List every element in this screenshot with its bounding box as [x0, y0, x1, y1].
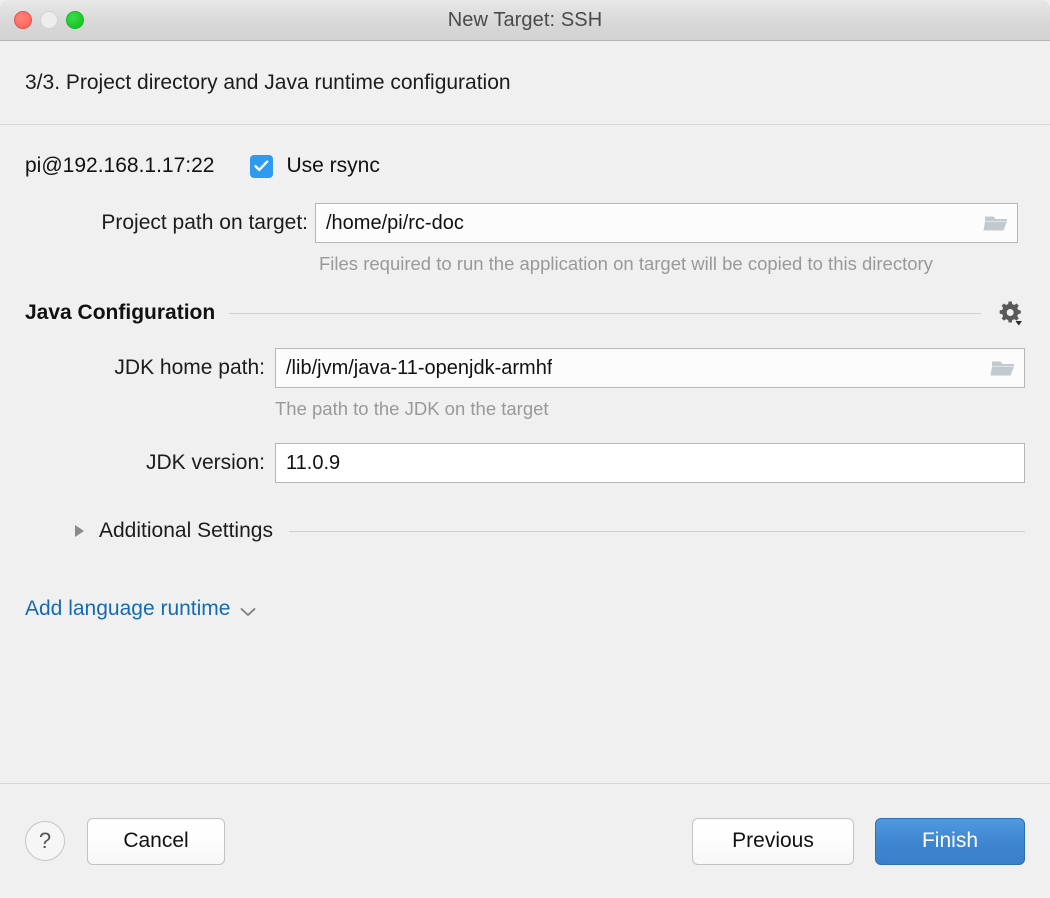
java-configuration-title: Java Configuration [25, 301, 215, 325]
gear-icon[interactable] [995, 298, 1025, 328]
add-language-runtime-row[interactable]: Add language runtime [25, 597, 1025, 621]
jdk-version-label: JDK version: [25, 451, 265, 475]
minimize-button[interactable] [40, 11, 58, 29]
use-rsync-checkbox-group[interactable]: Use rsync [250, 154, 379, 178]
additional-settings-label: Additional Settings [99, 519, 273, 543]
project-path-value: /home/pi/rc-doc [316, 212, 464, 235]
zoom-button[interactable] [66, 11, 84, 29]
jdk-home-path-row: JDK home path: /lib/jvm/java-11-openjdk-… [25, 348, 1025, 388]
project-path-hint: Files required to run the application on… [319, 251, 999, 276]
use-rsync-label: Use rsync [286, 154, 379, 178]
jdk-home-path-hint: The path to the JDK on the target [275, 396, 1025, 421]
window-title: New Target: SSH [0, 9, 1050, 32]
window-controls [14, 0, 84, 40]
jdk-home-path-value: /lib/jvm/java-11-openjdk-armhf [276, 357, 552, 380]
finish-button[interactable]: Finish [875, 818, 1025, 865]
jdk-home-path-label: JDK home path: [25, 356, 265, 380]
java-configuration-section-header: Java Configuration [25, 298, 1025, 328]
jdk-home-path-field[interactable]: /lib/jvm/java-11-openjdk-armhf [275, 348, 1025, 388]
triangle-right-icon[interactable] [75, 525, 84, 537]
step-title: 3/3. Project directory and Java runtime … [25, 71, 511, 95]
use-rsync-checkbox[interactable] [250, 155, 273, 178]
jdk-version-row: JDK version: 11.0.9 [25, 443, 1025, 483]
help-button[interactable]: ? [25, 821, 65, 861]
dialog-content: pi@192.168.1.17:22 Use rsync Project pat… [0, 125, 1050, 783]
jdk-version-value: 11.0.9 [276, 452, 340, 475]
check-icon [254, 160, 269, 172]
previous-button[interactable]: Previous [692, 818, 854, 865]
section-divider [229, 313, 981, 314]
add-language-runtime-link[interactable]: Add language runtime [25, 597, 230, 621]
window-titlebar: New Target: SSH [0, 0, 1050, 41]
project-path-field[interactable]: /home/pi/rc-doc [315, 203, 1018, 243]
jdk-version-field[interactable]: 11.0.9 [275, 443, 1025, 483]
project-path-row: Project path on target: /home/pi/rc-doc [25, 203, 1025, 243]
new-target-ssh-dialog: New Target: SSH 3/3. Project directory a… [0, 0, 1050, 898]
cancel-button[interactable]: Cancel [87, 818, 225, 865]
additional-settings-divider [289, 531, 1025, 532]
additional-settings-disclosure[interactable]: Additional Settings [25, 519, 1025, 543]
close-button[interactable] [14, 11, 32, 29]
project-path-label: Project path on target: [25, 211, 308, 235]
connection-host: pi@192.168.1.17:22 [25, 154, 214, 178]
dialog-footer: ? Cancel Previous Finish [0, 783, 1050, 898]
dialog-header: 3/3. Project directory and Java runtime … [0, 41, 1050, 125]
folder-icon[interactable] [990, 357, 1016, 379]
folder-icon[interactable] [983, 212, 1009, 234]
connection-row: pi@192.168.1.17:22 Use rsync [25, 151, 1025, 181]
chevron-down-icon[interactable] [240, 604, 256, 614]
